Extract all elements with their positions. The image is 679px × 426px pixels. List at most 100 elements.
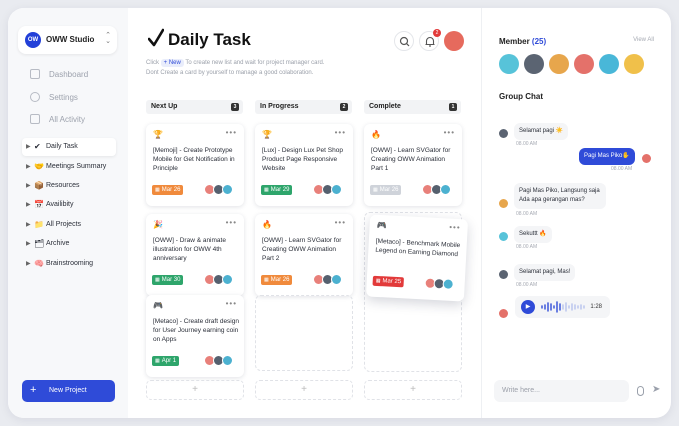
avatar[interactable] <box>549 54 569 74</box>
avatar[interactable] <box>499 54 519 74</box>
member-count: (25) <box>531 37 547 46</box>
subtitle-line-1: Click + New To create new list and wait … <box>146 59 325 67</box>
new-project-label: New Project <box>49 387 87 394</box>
dragging-task-card[interactable]: 🎮 ••• [Metaco] - Benchmark Mobile Legend… <box>365 214 469 302</box>
more-icon[interactable]: ••• <box>226 128 237 137</box>
notification-button[interactable]: 2 <box>419 29 441 51</box>
calendar-icon: ▦ <box>155 277 160 283</box>
task-card[interactable]: 🎮 ••• [Metaco] - Create draft design for… <box>146 295 244 377</box>
message-time: 08.00 AM <box>516 282 538 288</box>
new-pill[interactable]: + New <box>160 59 184 67</box>
fire-icon: 🔥 <box>262 220 272 229</box>
sidebar-item-label: Brainstrooming <box>46 260 94 267</box>
subtitle-text: Click <box>146 60 159 66</box>
calendar-icon: ▦ <box>375 277 381 285</box>
more-icon[interactable]: ••• <box>444 128 455 137</box>
more-icon[interactable]: ••• <box>226 218 237 227</box>
sidebar: OW OWW Studio ⌃ ⌄ Dashboard Settings All … <box>8 8 128 418</box>
column-title: Next Up <box>151 103 178 110</box>
due-date: Mar 26 <box>379 187 399 193</box>
message-time: 08.00 AM <box>611 166 633 172</box>
app-window: OW OWW Studio ⌃ ⌄ Dashboard Settings All … <box>8 8 671 418</box>
task-card[interactable]: 🔥 ••• [OWW] - Learn SVGator for Creating… <box>364 124 462 206</box>
gamepad-icon: 🎮 <box>376 220 387 231</box>
more-icon[interactable]: ••• <box>335 218 346 227</box>
due-date: Apr 1 <box>161 358 177 364</box>
send-icon[interactable]: ➤ <box>652 385 660 395</box>
voice-message[interactable]: ▶ 1:28 <box>515 296 610 318</box>
search-button[interactable] <box>394 31 414 51</box>
calendar-icon: ▦ <box>264 277 269 283</box>
assignee-avatars <box>204 355 238 367</box>
sidebar-item-label: Resources <box>46 182 80 189</box>
avatar[interactable] <box>599 54 619 74</box>
task-title: [Metaco] - Create draft design for User … <box>153 318 239 343</box>
more-icon[interactable]: ••• <box>449 223 461 233</box>
handshake-icon: 🤝 <box>34 162 44 171</box>
add-card-button[interactable]: + <box>364 380 462 400</box>
task-card[interactable]: 🏆 ••• [Memoji] - Create Prototype Mobile… <box>146 124 244 206</box>
assignee-avatars <box>204 274 238 286</box>
chat-input[interactable]: Write here... <box>494 380 629 402</box>
chat-message: Selamat pagi, Mas! <box>514 264 576 281</box>
avatar[interactable] <box>524 54 544 74</box>
sidebar-item-label: Archive <box>46 240 70 247</box>
add-card-button[interactable]: + <box>146 380 244 400</box>
sidebar-item-archive[interactable]: ▶ 🗂 Archive <box>22 235 116 253</box>
task-card[interactable]: 🔥 ••• [OWW] - Learn SVGator for Creating… <box>255 214 353 296</box>
due-date-badge: ▦ Apr 1 <box>152 356 180 366</box>
caret-right-icon: ▶ <box>26 183 31 189</box>
due-date-badge: ▦ Mar 30 <box>152 275 184 285</box>
task-title: [Memoji] - Create Prototype Mobile for G… <box>153 147 235 172</box>
avatar[interactable] <box>624 54 644 74</box>
calendar-icon: ▦ <box>155 358 160 364</box>
task-card[interactable]: 🎉 ••• [OWW] - Draw & animate illustratio… <box>146 214 244 296</box>
gear-icon <box>30 92 40 102</box>
sidebar-item-availibity[interactable]: ▶ 📅 Availibity <box>22 196 116 214</box>
avatar[interactable] <box>574 54 594 74</box>
avatar <box>499 270 508 279</box>
avatar <box>642 154 651 163</box>
caret-right-icon: ▶ <box>26 144 31 150</box>
task-card[interactable]: 🏆 ••• [Lux] - Design Lux Pet Shop Produc… <box>255 124 353 206</box>
group-chat-title: Group Chat <box>499 92 543 101</box>
nav-label: Dashboard <box>49 70 89 79</box>
checkmark-icon <box>148 28 164 47</box>
more-icon[interactable]: ••• <box>226 299 237 308</box>
more-icon[interactable]: ••• <box>335 128 346 137</box>
workspace-switcher[interactable]: OW OWW Studio ⌃ ⌄ <box>18 26 117 54</box>
sidebar-item-brainstrooming[interactable]: ▶ 🧠 Brainstrooming <box>22 255 116 273</box>
subtitle-line-2: Dont Create a card by yourself to manage… <box>146 70 314 76</box>
trophy-icon: 🏆 <box>153 130 163 139</box>
play-icon[interactable]: ▶ <box>521 300 535 314</box>
new-project-button[interactable]: + New Project <box>22 380 115 402</box>
view-all-link[interactable]: View All <box>633 37 654 43</box>
column-title: Complete <box>369 103 401 110</box>
main-board: Daily Task Click + New To create new lis… <box>128 8 481 418</box>
activity-icon <box>30 114 40 124</box>
task-title: [Lux] - Design Lux Pet Shop Product Page… <box>262 147 343 172</box>
sidebar-item-all-projects[interactable]: ▶ 📁 All Projects <box>22 216 116 234</box>
waveform-icon <box>541 301 585 313</box>
column-count: 3 <box>231 103 239 111</box>
add-card-button[interactable]: + <box>255 380 353 400</box>
gamepad-icon: 🎮 <box>153 301 163 310</box>
avatar <box>499 232 508 241</box>
dashboard-icon <box>30 69 40 79</box>
party-icon: 🎉 <box>153 220 163 229</box>
message-time: 08.00 AM <box>516 141 538 147</box>
archive-icon: 🗂 <box>34 239 45 248</box>
user-avatar[interactable] <box>444 31 464 51</box>
sidebar-item-daily-task[interactable]: ▶ ✔ Daily Task <box>22 138 116 156</box>
due-date: Mar 29 <box>270 187 290 193</box>
sidebar-item-resources[interactable]: ▶ 📦 Resources <box>22 177 116 195</box>
assignee-avatars <box>424 277 459 291</box>
fire-icon: 🔥 <box>371 130 381 139</box>
message-time: 08.00 AM <box>516 211 538 217</box>
column-header-complete: Complete 1 <box>364 100 461 114</box>
empty-drop-slot[interactable] <box>255 295 353 371</box>
microphone-icon[interactable] <box>637 386 644 396</box>
sidebar-item-meetings-summary[interactable]: ▶ 🤝 Meetings Summary <box>22 158 116 176</box>
caret-right-icon: ▶ <box>26 202 31 208</box>
column-header-next-up: Next Up 3 <box>146 100 243 114</box>
